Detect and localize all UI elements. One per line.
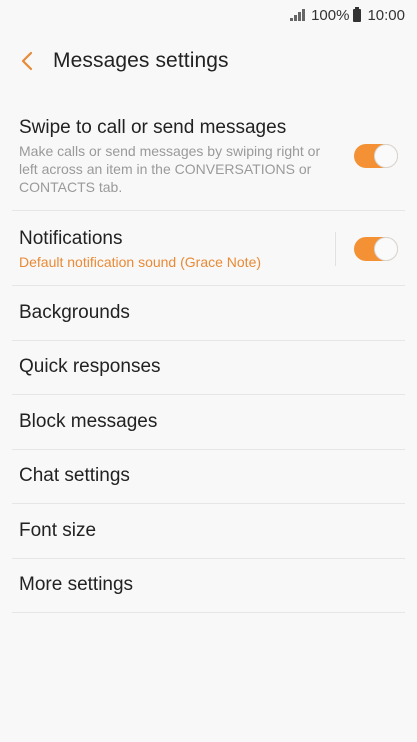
app-bar: Messages settings xyxy=(0,30,417,92)
font-size-item[interactable]: Font size xyxy=(12,504,405,559)
block-messages-item[interactable]: Block messages xyxy=(12,395,405,450)
vertical-divider xyxy=(335,232,336,266)
status-bar: 100% 10:00 xyxy=(0,0,417,30)
swipe-to-call-setting[interactable]: Swipe to call or send messages Make call… xyxy=(12,100,405,211)
toggle-knob xyxy=(374,237,398,261)
back-button[interactable] xyxy=(16,50,38,72)
battery-icon xyxy=(353,6,362,22)
clock: 10:00 xyxy=(367,6,405,24)
chevron-left-icon xyxy=(21,51,33,71)
page-title: Messages settings xyxy=(53,49,229,72)
swipe-to-call-description: Make calls or send messages by swiping r… xyxy=(19,143,321,195)
more-settings-item[interactable]: More settings xyxy=(12,559,405,613)
notifications-subtitle: Default notification sound (Grace Note) xyxy=(19,254,262,270)
notifications-setting[interactable]: Notifications Default notification sound… xyxy=(12,211,405,286)
notifications-toggle[interactable] xyxy=(354,237,398,261)
quick-responses-item[interactable]: Quick responses xyxy=(12,341,405,395)
settings-list: Swipe to call or send messages Make call… xyxy=(0,100,417,613)
swipe-to-call-title: Swipe to call or send messages xyxy=(19,117,287,138)
swipe-to-call-text: Swipe to call or send messages Make call… xyxy=(19,116,340,196)
signal-icon xyxy=(290,9,306,21)
swipe-to-call-toggle[interactable] xyxy=(354,144,398,168)
battery-percent: 100% xyxy=(311,6,350,24)
backgrounds-item[interactable]: Backgrounds xyxy=(12,286,405,341)
chat-settings-item[interactable]: Chat settings xyxy=(12,450,405,504)
notifications-text: Notifications Default notification sound… xyxy=(19,227,321,271)
toggle-knob xyxy=(374,144,398,168)
notifications-title: Notifications xyxy=(19,228,123,249)
